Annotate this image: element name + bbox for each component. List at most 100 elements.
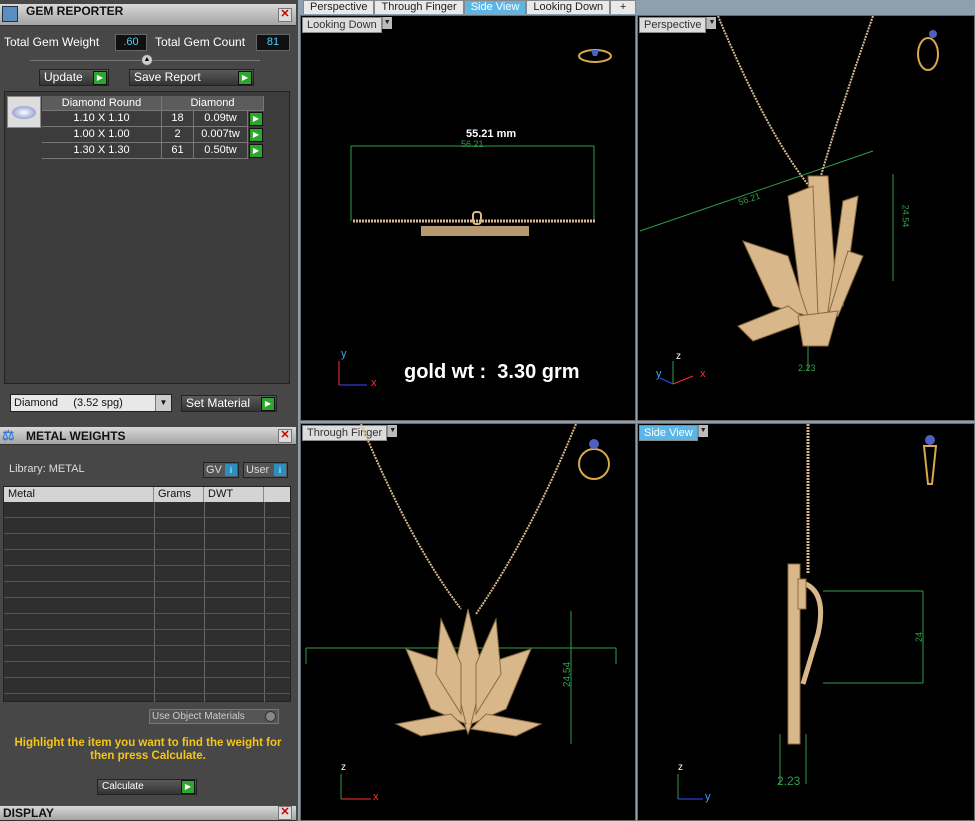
gem-table-row[interactable]: 1.10 X 1.10 18 0.09tw ▶ [42,111,264,127]
chevron-down-icon[interactable]: ▼ [155,395,171,411]
update-go-icon[interactable]: ▶ [93,71,107,85]
gem-row-go-icon[interactable]: ▶ [249,112,263,126]
diamond-round-icon [12,106,36,119]
set-material-button[interactable]: Set Material ▶ [181,395,277,412]
gem-reporter-titlebar: GEM REPORTER ✕ [0,4,296,26]
metal-table-row[interactable] [4,614,290,630]
gem-table-header-type: Diamond Round [42,96,162,111]
gem-reporter-close-icon[interactable]: ✕ [278,8,292,22]
metal-weights-title: METAL WEIGHTS [26,429,126,443]
tab-through-finger[interactable]: Through Finger [374,0,464,14]
save-report-go-icon[interactable]: ▶ [238,71,252,85]
axis-indicator [677,774,703,800]
axis-label-x: x [373,791,379,803]
perspective-dim-c: 2.23 [798,363,816,373]
looking-down-scene [338,49,612,386]
add-tab-icon[interactable]: + [610,0,637,14]
metal-table-row[interactable] [4,630,290,646]
through-finger-scene [305,424,617,800]
total-gem-count-label: Total Gem Count [155,35,246,49]
gem-table-row[interactable]: 1.00 X 1.00 2 0.007tw ▶ [42,127,264,143]
use-object-materials-label: Use Object Materials [152,711,245,722]
gem-count: 61 [162,143,194,159]
gem-weight: 0.09tw [194,111,248,127]
metal-table-row[interactable] [4,566,290,582]
chain-front [360,424,577,615]
splitter-handle-icon[interactable]: ▲ [141,54,153,66]
metal-table-row[interactable] [4,518,290,534]
metal-table-row[interactable] [4,662,290,678]
material-select[interactable]: Diamond (3.52 spg) ▼ [10,394,172,412]
gv-toggle[interactable]: GV i [203,462,239,478]
gem-row-go-icon[interactable]: ▶ [249,144,263,158]
ring-orientation-icon [578,49,612,63]
gem-reporter-panel: GEM REPORTER ✕ Total Gem Weight .60 Tota… [0,0,298,425]
side-dim-a: 2.23 [777,774,801,788]
use-object-materials-toggle[interactable]: Use Object Materials [149,709,279,724]
update-button[interactable]: Update ▶ [39,69,109,86]
gem-thumbnail[interactable] [7,96,41,128]
metal-weights-close-icon[interactable]: ✕ [278,429,292,443]
viewport-side-view[interactable]: Side View ▼ 2.23 24 z y [637,423,975,821]
gem-reporter-title: GEM REPORTER [26,4,124,18]
metal-table-row[interactable] [4,646,290,662]
metal-table: Metal Grams DWT [3,486,291,702]
calculate-go-icon[interactable]: ▶ [181,780,195,794]
metal-table-row[interactable] [4,582,290,598]
gold-weight-label: gold wt : 3.30 grm [404,361,580,383]
dimension-small-label: 56.21 [461,139,484,149]
axis-label-y: y [341,348,347,360]
gem-table-row[interactable]: 1.30 X 1.30 61 0.50tw ▶ [42,143,264,159]
save-report-label: Save Report [134,70,201,84]
perspective-dim-b: 24.54 [900,204,911,228]
grams-col-header[interactable]: Grams [154,487,204,502]
axis-indicator [338,361,367,386]
axis-indicator [659,361,694,385]
display-close-icon[interactable]: ✕ [278,806,292,820]
gem-weight: 0.007tw [194,127,248,143]
info-icon: i [225,464,237,476]
total-gem-weight-field[interactable]: .60 [115,34,147,51]
save-report-button[interactable]: Save Report ▶ [129,69,254,86]
total-gem-weight-label: Total Gem Weight [4,35,100,49]
set-material-go-icon[interactable]: ▶ [261,397,275,411]
gem-reporter-icon [2,6,18,22]
user-label: User [246,464,270,476]
viewport-perspective[interactable]: Perspective ▼ 56.21 24.54 2.23 z y x [637,15,975,421]
tab-looking-down[interactable]: Looking Down [526,0,611,14]
dimension-lines [779,590,924,784]
pendant-side [787,563,824,745]
through-finger-dim-a: 24.54 [562,661,574,688]
metal-table-row[interactable] [4,550,290,566]
axis-label-z: z [341,762,346,773]
display-title: DISPLAY [3,806,54,820]
metal-table-row[interactable] [4,598,290,614]
set-material-label: Set Material [186,396,251,410]
gem-weight: 0.50tw [194,143,248,159]
gem-count: 2 [162,127,194,143]
user-toggle[interactable]: User i [243,462,288,478]
metal-weights-titlebar: ⚖ METAL WEIGHTS ✕ [0,427,296,445]
tab-perspective[interactable]: Perspective [303,0,375,14]
total-gem-count-field[interactable]: 81 [256,34,290,51]
axis-label-y: y [705,791,711,803]
calculate-button[interactable]: Calculate ▶ [97,779,197,795]
radio-icon[interactable] [265,711,276,722]
axis-label-x: x [700,368,706,380]
library-label: Library: METAL [9,463,85,475]
dwt-col-header[interactable]: DWT [204,487,264,502]
metal-table-row[interactable] [4,534,290,550]
metal-col-header[interactable]: Metal [4,487,154,502]
gv-label: GV [206,464,222,476]
gem-row-go-icon[interactable]: ▶ [249,128,263,142]
calculate-label: Calculate [102,781,144,792]
metal-table-row[interactable] [4,502,290,518]
metal-weights-icon: ⚖ [2,427,15,443]
tab-side-view[interactable]: Side View [463,0,527,14]
viewport-through-finger[interactable]: Through Finger ▼ 24.54 z x [300,423,636,821]
gem-size: 1.00 X 1.00 [42,127,162,143]
viewport-looking-down[interactable]: Looking Down ▼ 55.21 mm 56.21 gold wt : … [300,15,636,421]
metal-table-row[interactable] [4,678,290,694]
side-dim-b: 24 [914,631,925,643]
axis-label-z: z [676,351,681,362]
